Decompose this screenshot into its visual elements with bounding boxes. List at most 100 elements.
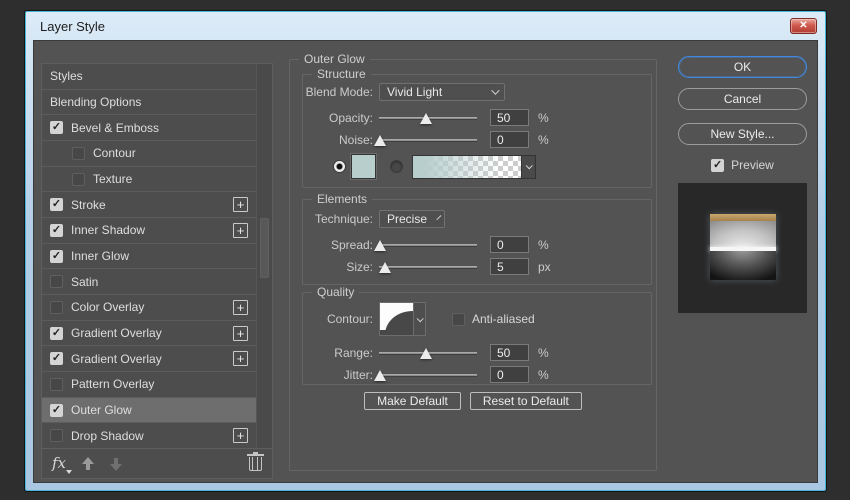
solid-color-radio[interactable] [333, 160, 346, 173]
technique-select[interactable]: Precise [379, 210, 445, 228]
opacity-label: Opacity: [328, 110, 373, 125]
move-down-icon[interactable] [110, 457, 123, 471]
sidebar-item-color-overlay[interactable]: Color Overlay + [42, 295, 256, 321]
add-instance-button[interactable]: + [233, 222, 248, 238]
scrollbar-thumb[interactable] [260, 217, 269, 278]
spread-input[interactable]: 0 [490, 236, 529, 253]
new-style-button[interactable]: New Style... [678, 123, 807, 145]
noise-input[interactable]: 0 [490, 131, 529, 148]
slider-thumb[interactable] [373, 134, 386, 146]
slider-thumb[interactable] [373, 369, 386, 381]
slider-thumb[interactable] [420, 347, 433, 359]
slider-thumb[interactable] [420, 112, 433, 124]
sidebar-item-pattern-overlay[interactable]: Pattern Overlay [42, 372, 256, 398]
sidebar-item-inner-shadow[interactable]: ✓ Inner Shadow + [42, 218, 256, 244]
preview-checkbox[interactable]: ✓ [711, 158, 725, 172]
close-icon[interactable]: ✕ [790, 18, 817, 34]
add-instance-button[interactable]: + [233, 325, 248, 341]
style-checkbox[interactable]: ✓ [50, 121, 63, 135]
sidebar-item-label: Drop Shadow [71, 428, 144, 443]
sidebar-item-label: Styles [50, 69, 83, 84]
style-checkbox[interactable]: ✓ [50, 249, 63, 263]
make-default-button[interactable]: Make Default [364, 392, 461, 410]
sidebar-item-label: Stroke [71, 197, 106, 212]
structure-group: Structure Blend Mode: Vivid Light Opacit… [302, 67, 652, 188]
contour-thumbnail-icon[interactable] [379, 302, 413, 336]
contour-dropdown-arrow[interactable] [413, 302, 426, 336]
sidebar-item-gradient-overlay[interactable]: ✓ Gradient Overlay + [42, 346, 256, 373]
gradient-radio[interactable] [390, 160, 403, 173]
style-checkbox[interactable]: ✓ [50, 403, 63, 417]
title-bar[interactable]: Layer Style ✕ [26, 12, 825, 40]
sidebar-item-gradient-overlay[interactable]: ✓ Gradient Overlay + [42, 320, 256, 347]
range-slider[interactable] [379, 345, 477, 361]
delete-effect-icon[interactable] [247, 451, 264, 471]
style-checkbox[interactable]: ✓ [50, 352, 63, 366]
size-unit: px [538, 259, 551, 274]
style-checkbox[interactable] [50, 300, 63, 314]
style-checkbox[interactable] [72, 172, 85, 186]
sidebar-item-label: Contour [93, 146, 136, 161]
sidebar-item-styles[interactable]: Styles [42, 64, 256, 90]
slider-thumb[interactable] [373, 239, 386, 251]
add-instance-button[interactable]: + [233, 299, 248, 315]
noise-label: Noise: [338, 132, 373, 147]
reset-to-default-button[interactable]: Reset to Default [469, 392, 582, 410]
contour-picker[interactable] [379, 302, 426, 336]
range-input[interactable]: 50 [490, 344, 529, 361]
style-checkbox[interactable] [72, 146, 85, 160]
sidebar-item-contour[interactable]: Contour [42, 141, 256, 167]
technique-value: Precise [387, 212, 428, 226]
size-input[interactable]: 5 [490, 258, 529, 275]
size-label: Size: [346, 259, 373, 274]
blend-mode-value: Vivid Light [387, 85, 443, 99]
ok-button[interactable]: OK [678, 56, 807, 78]
blend-mode-select[interactable]: Vivid Light [379, 83, 505, 101]
sidebar-scrollbar[interactable] [256, 64, 272, 448]
noise-unit: % [538, 132, 549, 147]
style-checkbox[interactable]: ✓ [50, 223, 63, 237]
elements-legend: Elements [312, 192, 373, 206]
spread-slider[interactable] [373, 237, 477, 253]
style-checkbox[interactable] [50, 429, 63, 443]
chevron-down-icon [416, 314, 424, 322]
glow-gradient-bar[interactable] [412, 154, 522, 179]
jitter-input[interactable]: 0 [490, 366, 529, 383]
add-instance-button[interactable]: + [233, 351, 248, 367]
move-up-icon[interactable] [82, 456, 95, 471]
jitter-slider[interactable] [373, 367, 477, 383]
gradient-picker-arrow[interactable] [522, 154, 536, 179]
sidebar-item-inner-glow[interactable]: ✓ Inner Glow [42, 243, 256, 270]
anti-aliased-checkbox[interactable] [452, 312, 465, 326]
style-preview-panel [678, 183, 807, 313]
sidebar-item-texture[interactable]: Texture [42, 166, 256, 193]
style-checkbox[interactable] [50, 377, 63, 391]
noise-slider[interactable] [373, 132, 477, 148]
sidebar-item-label: Satin [71, 274, 99, 289]
sidebar-item-drop-shadow[interactable]: Drop Shadow + [42, 423, 256, 449]
chevron-down-icon [525, 162, 533, 170]
sidebar-item-label: Outer Glow [71, 403, 132, 418]
sidebar-item-blending-options[interactable]: Blending Options [42, 89, 256, 116]
sidebar-item-outer-glow[interactable]: ✓ Outer Glow [42, 397, 256, 424]
size-slider[interactable] [378, 259, 477, 275]
opacity-unit: % [538, 110, 549, 125]
fx-menu-icon[interactable]: fx [52, 456, 73, 474]
sidebar-item-satin[interactable]: Satin [42, 269, 256, 296]
opacity-input[interactable]: 50 [490, 109, 529, 126]
style-checkbox[interactable] [50, 275, 63, 289]
sidebar-item-bevel-emboss[interactable]: ✓ Bevel & Emboss [42, 115, 256, 142]
glow-color-swatch[interactable] [351, 154, 376, 179]
cancel-button[interactable]: Cancel [678, 88, 807, 110]
outer-glow-panel: Outer Glow Structure Blend Mode: Vivid L… [289, 52, 657, 471]
opacity-slider[interactable] [379, 110, 477, 126]
add-instance-button[interactable]: + [233, 428, 248, 444]
add-instance-button[interactable]: + [233, 197, 248, 213]
sidebar-item-stroke[interactable]: ✓ Stroke + [42, 192, 256, 219]
slider-thumb[interactable] [378, 261, 391, 273]
styles-list: Styles Blending Options ✓ Bevel & Emboss Con… [42, 64, 257, 449]
chevron-down-icon [436, 215, 442, 221]
style-checkbox[interactable]: ✓ [50, 326, 63, 340]
sidebar-item-label: Bevel & Emboss [71, 120, 160, 135]
style-checkbox[interactable]: ✓ [50, 198, 63, 212]
